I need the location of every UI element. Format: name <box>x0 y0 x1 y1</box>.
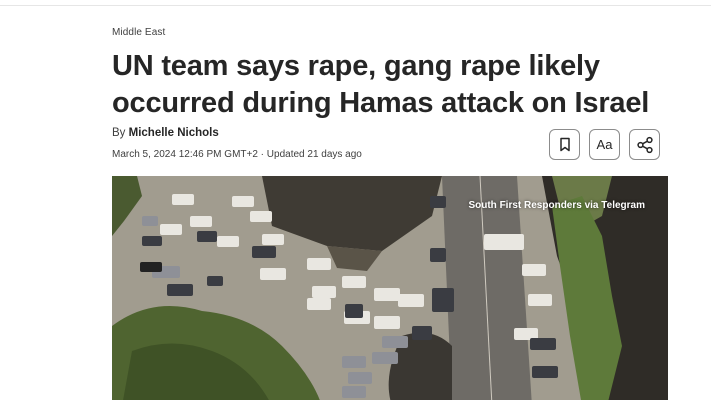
section-link[interactable]: Middle East <box>112 27 165 38</box>
dateline: March 5, 2024 12:46 PM GMT+2 · Updated 2… <box>112 149 362 160</box>
article-page: Middle East UN team says rape, gang rape… <box>0 0 711 400</box>
article-toolbar: Aa <box>549 129 660 160</box>
bookmark-button[interactable] <box>549 129 580 160</box>
share-button[interactable] <box>629 129 660 160</box>
byline: By Michelle Nichols <box>112 127 219 139</box>
text-size-label: Aa <box>596 137 613 152</box>
byline-prefix: By <box>112 127 126 139</box>
header-divider <box>0 5 711 6</box>
headline: UN team says rape, gang rape likely occu… <box>112 50 650 119</box>
share-icon <box>636 136 653 153</box>
hero-image[interactable]: South First Responders via Telegram <box>112 176 668 400</box>
image-credit: South First Responders via Telegram <box>468 200 645 211</box>
text-size-button[interactable]: Aa <box>589 129 620 160</box>
author-link[interactable]: Michelle Nichols <box>129 127 219 139</box>
bookmark-icon <box>559 137 570 152</box>
